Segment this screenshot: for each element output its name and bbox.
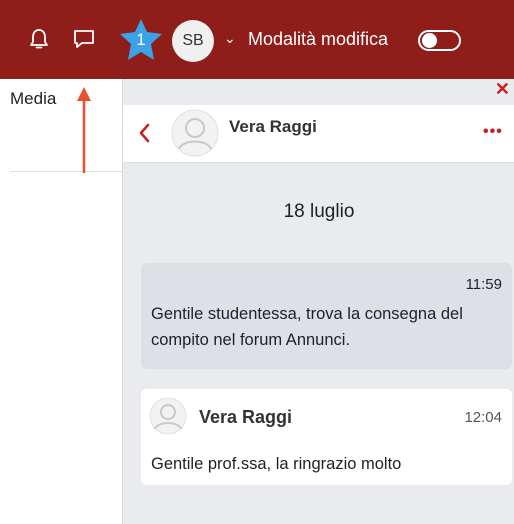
message-text: Gentile studentessa, trova la consegna d… [151,305,463,349]
divider [10,171,122,172]
top-navbar: 1 SB ⌄ Modalità modifica [0,0,514,79]
sender-avatar [149,397,187,435]
annotation-arrow-icon [77,87,91,173]
date-separator: 18 luglio [283,201,355,222]
media-label[interactable]: Media [10,89,56,109]
message-time: 11:59 [465,276,502,293]
bell-icon[interactable] [28,27,50,51]
sender-name: Vera Raggi [199,407,293,427]
more-options-icon[interactable]: ••• [483,123,503,141]
back-chevron-icon[interactable] [137,122,151,144]
contact-name[interactable]: Vera Raggi [229,117,317,137]
chat-bubble-icon[interactable] [72,27,96,51]
chevron-down-icon[interactable]: ⌄ [224,30,236,47]
conversation-header: Vera Raggi ••• [123,105,514,163]
page-content: Media [0,79,122,524]
edit-mode-toggle[interactable] [418,30,461,51]
message-text: Gentile prof.ssa, la ringrazio molto [151,455,402,473]
close-icon[interactable]: ✕ [495,79,510,100]
contact-avatar[interactable] [171,109,219,157]
message-sent: Vera Raggi 12:04 Gentile prof.ssa, la ri… [141,389,512,485]
messaging-drawer: ✕ Vera Raggi ••• 18 luglio 11:59 Gentile… [122,79,514,524]
toggle-knob [422,33,437,48]
message-received: 11:59 Gentile studentessa, trova la cons… [141,263,512,369]
message-time: 12:04 [464,409,502,426]
edit-mode-label: Modalità modifica [248,29,389,49]
badge-count: 1 [136,30,146,49]
user-avatar[interactable]: SB [172,20,214,62]
